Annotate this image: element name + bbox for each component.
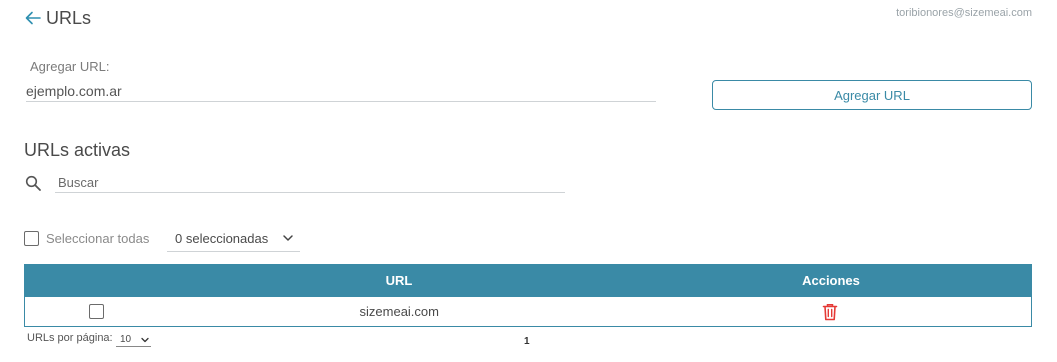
search-input[interactable] xyxy=(55,172,565,193)
selected-count-dropdown[interactable]: 0 seleccionadas xyxy=(167,226,300,252)
table-row: sizemeai.com xyxy=(24,297,1032,327)
chevron-down-icon xyxy=(141,337,149,343)
select-all-label[interactable]: Seleccionar todas xyxy=(46,231,149,246)
column-header-url: URL xyxy=(385,273,413,288)
row-url: sizemeai.com xyxy=(359,304,439,319)
back-arrow-icon[interactable] xyxy=(24,9,42,27)
table-header: URL Acciones xyxy=(24,264,1032,297)
per-page-label: URLs por página: xyxy=(27,332,113,344)
per-page-value: 10 xyxy=(120,334,132,345)
add-url-label: Agregar URL: xyxy=(30,59,110,74)
trash-icon[interactable] xyxy=(822,303,838,321)
add-url-input[interactable] xyxy=(26,80,656,102)
select-all-checkbox[interactable] xyxy=(24,231,39,246)
per-page-select[interactable]: 10 xyxy=(116,333,151,347)
page-number-button[interactable]: 1 xyxy=(524,336,530,347)
user-email: toribionores@sizemeai.com xyxy=(896,7,1032,19)
add-url-button[interactable]: Agregar URL xyxy=(712,80,1032,110)
column-header-actions: Acciones xyxy=(802,273,860,288)
urls-table: URL Acciones sizemeai.com xyxy=(24,264,1032,327)
chevron-down-icon xyxy=(283,235,293,241)
search-icon xyxy=(25,175,41,191)
row-checkbox[interactable] xyxy=(89,304,105,319)
active-urls-title: URLs activas xyxy=(24,140,131,160)
page-title: URLs xyxy=(46,8,92,28)
selected-count-label: 0 seleccionadas xyxy=(175,231,269,246)
